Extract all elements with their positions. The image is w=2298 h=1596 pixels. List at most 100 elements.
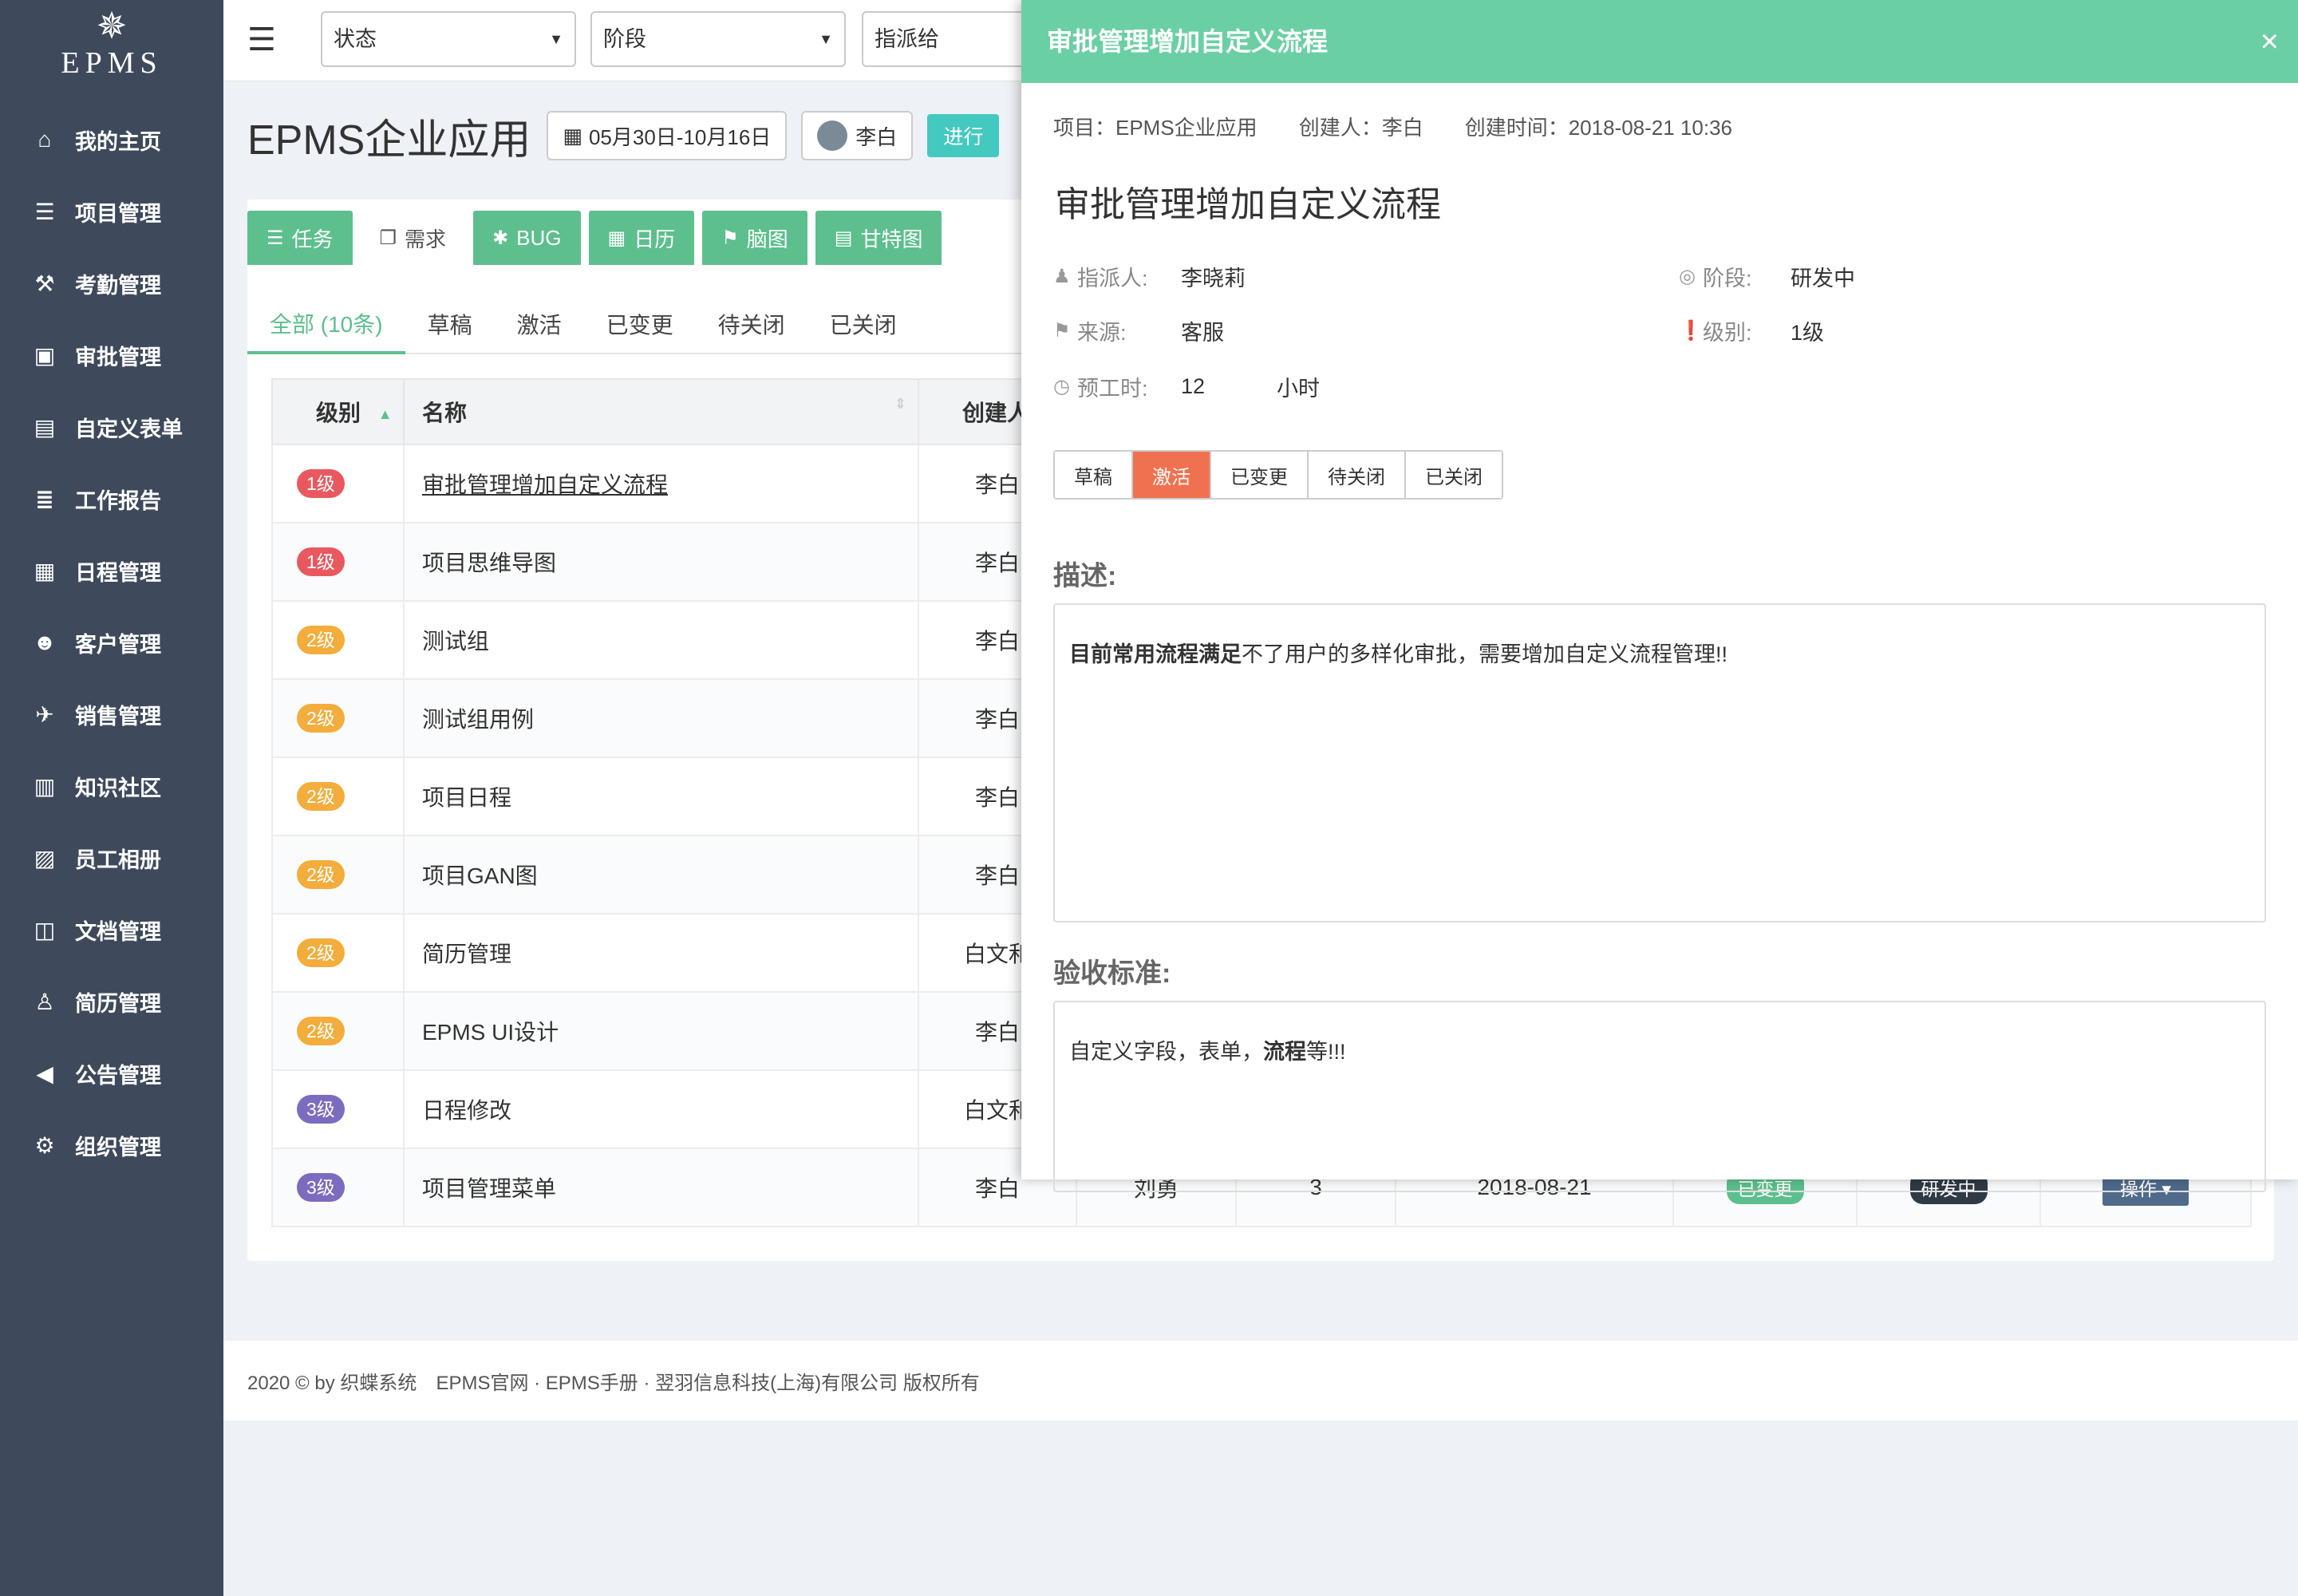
- project-status-button[interactable]: 进行: [927, 114, 1000, 157]
- status-option-button[interactable]: 待关闭: [1309, 452, 1406, 498]
- project-header: EPMS企业应用 ▦ 05月30日-10月16日 李白 进行: [247, 108, 1000, 164]
- name-header-label: 名称: [422, 401, 468, 425]
- filter-tab[interactable]: 已变更: [584, 295, 696, 353]
- bullhorn-icon: ◀: [36, 1061, 53, 1086]
- filter-tab[interactable]: 待关闭: [696, 295, 807, 353]
- sidebar-item[interactable]: ▤ 自定义表单: [0, 391, 223, 463]
- status-option-button[interactable]: 已变更: [1211, 452, 1309, 498]
- sidebar-item[interactable]: ◀ 公告管理: [0, 1037, 223, 1109]
- calendar-icon: ▦: [563, 123, 582, 148]
- footer-links[interactable]: EPMS官网 · EPMS手册 · 翌羽信息科技(上海)有限公司 版权所有: [436, 1367, 979, 1395]
- requirement-name-link[interactable]: 审批管理增加自定义流程: [422, 472, 668, 497]
- logo[interactable]: ✵ EPMS: [0, 0, 223, 88]
- footer-copyright: 2020 © by 织蝶系统: [247, 1372, 417, 1394]
- requirement-name-link[interactable]: 项目管理菜单: [422, 1176, 556, 1201]
- level-cell: 3级: [271, 1069, 405, 1149]
- sidebar-item-label: 客户管理: [75, 632, 161, 657]
- name-cell[interactable]: 测试组: [403, 600, 919, 680]
- module-tab-label: BUG: [516, 225, 562, 250]
- filter-tab[interactable]: 草稿: [405, 295, 495, 353]
- requirement-name-link[interactable]: 测试组用例: [422, 707, 534, 732]
- sidebar: ✵ EPMS ⌂ 我的主页 ☰ 项目管理 ⚒ 考勤管理 ▣ 审批管理 ▤ 自定义表单 ≣ 工作报告 ▦ 日…: [0, 0, 223, 1596]
- status-select-value: 状态: [334, 27, 377, 51]
- name-cell[interactable]: 日程修改: [403, 1069, 919, 1149]
- sidebar-item-label: 考勤管理: [75, 273, 161, 298]
- sidebar-item[interactable]: ✈ 销售管理: [0, 678, 223, 750]
- filter-tab[interactable]: 已关闭: [807, 295, 919, 353]
- name-cell[interactable]: 项目GAN图: [403, 835, 919, 915]
- name-cell[interactable]: 项目管理菜单: [403, 1148, 919, 1227]
- sidebar-item[interactable]: ♙ 简历管理: [0, 966, 223, 1037]
- module-tabs: ☰ 任务 ❐ 需求 ✱ BUG ▦ 日历 ⚑ 脑图 ▤ 甘特图: [247, 211, 950, 267]
- date-range-text: 05月30日-10月16日: [588, 124, 772, 149]
- sidebar-item[interactable]: ⚒ 考勤管理: [0, 247, 223, 319]
- sidebar-item-label: 公告管理: [75, 1063, 161, 1088]
- image-icon: ▨: [34, 845, 56, 871]
- requirement-name-link[interactable]: 简历管理: [422, 942, 511, 966]
- requirement-name-link[interactable]: 项目思维导图: [422, 551, 556, 575]
- sidebar-item[interactable]: ◫ 文档管理: [0, 894, 223, 966]
- module-tab-label: 需求: [405, 227, 447, 251]
- filter-tab[interactable]: 全部 (10条): [247, 295, 405, 354]
- acceptance-box[interactable]: 自定义字段，表单，流程等!!!: [1053, 1001, 2266, 1192]
- logo-text: EPMS: [61, 46, 163, 80]
- description-box[interactable]: 目前常用流程满足不了用户的多样化审批，需要增加自定义流程管理!!: [1053, 603, 2266, 922]
- filter-tab[interactable]: 激活: [495, 295, 584, 353]
- level-badge: 3级: [297, 1095, 345, 1124]
- caret-down-icon: ▼: [819, 31, 833, 47]
- hamburger-menu-icon[interactable]: ☰: [247, 24, 276, 56]
- status-option-button[interactable]: 已关闭: [1406, 452, 1502, 498]
- tab-icon: ▤: [834, 227, 853, 249]
- sidebar-item-label: 员工相册: [75, 847, 161, 872]
- module-tab[interactable]: ✱ BUG: [473, 211, 581, 265]
- module-tab[interactable]: ▤ 甘特图: [815, 211, 942, 265]
- requirement-name-link[interactable]: EPMS UI设计: [422, 1020, 559, 1045]
- owner-button[interactable]: 李白: [801, 111, 914, 160]
- sidebar-item[interactable]: ▦ 日程管理: [0, 535, 223, 606]
- name-cell[interactable]: 审批管理增加自定义流程: [403, 444, 919, 523]
- level-cell: 2级: [271, 600, 405, 680]
- sidebar-item[interactable]: ⌂ 我的主页: [0, 104, 223, 176]
- sidebar-item-label: 项目管理: [75, 201, 161, 226]
- name-cell[interactable]: 项目日程: [403, 757, 919, 836]
- sidebar-item[interactable]: ☰ 项目管理: [0, 176, 223, 247]
- sidebar-item[interactable]: ▣ 审批管理: [0, 319, 223, 391]
- status-option-button[interactable]: 激活: [1133, 452, 1211, 498]
- stage-select[interactable]: 阶段 ▼: [590, 11, 846, 67]
- requirement-name-link[interactable]: 项目日程: [422, 785, 511, 810]
- cogs-icon: ⚙: [34, 1132, 55, 1158]
- module-tab[interactable]: ❐ 需求: [360, 211, 466, 265]
- requirement-name-link[interactable]: 测试组: [422, 629, 489, 654]
- sidebar-item[interactable]: ☻ 客户管理: [0, 606, 223, 678]
- sidebar-item[interactable]: ≣ 工作报告: [0, 463, 223, 535]
- module-tab[interactable]: ▦ 日历: [588, 211, 695, 265]
- level-badge: 2级: [297, 782, 345, 811]
- source-label: 来源:: [1077, 320, 1127, 345]
- tab-icon: ⚑: [721, 227, 739, 249]
- status-select[interactable]: 状态 ▼: [321, 11, 576, 67]
- drawer-header: 审批管理增加自定义流程 ×: [1021, 0, 2298, 83]
- sidebar-item-label: 日程管理: [75, 560, 161, 585]
- description-bold-text: 目前常用流程满足: [1069, 642, 1242, 666]
- module-tab[interactable]: ☰ 任务: [247, 211, 353, 265]
- name-cell[interactable]: 测试组用例: [403, 678, 919, 758]
- requirement-name-link[interactable]: 日程修改: [422, 1098, 511, 1123]
- date-range-button[interactable]: ▦ 05月30日-10月16日: [547, 111, 788, 160]
- module-tab-label: 日历: [634, 227, 676, 251]
- sidebar-item[interactable]: ⚙ 组织管理: [0, 1109, 223, 1181]
- module-tab[interactable]: ⚑ 脑图: [702, 211, 807, 265]
- level-cell: 2级: [271, 991, 405, 1071]
- level-column-header[interactable]: 级别 ▲: [271, 378, 405, 445]
- name-cell[interactable]: 简历管理: [403, 913, 919, 993]
- status-option-button[interactable]: 草稿: [1055, 452, 1133, 498]
- close-icon[interactable]: ×: [2260, 0, 2279, 83]
- name-cell[interactable]: 项目思维导图: [403, 522, 919, 602]
- requirement-name-link[interactable]: 项目GAN图: [422, 863, 538, 888]
- name-column-header[interactable]: 名称 ⇕: [403, 378, 919, 445]
- stage-field: ◎ 阶段: 研发中: [1679, 260, 1855, 292]
- sidebar-item[interactable]: ▨ 员工相册: [0, 822, 223, 894]
- tab-icon: ✱: [492, 227, 509, 249]
- sidebar-item[interactable]: ▥ 知识社区: [0, 750, 223, 822]
- stage-label: 阶段:: [1703, 266, 1752, 290]
- name-cell[interactable]: EPMS UI设计: [403, 991, 919, 1071]
